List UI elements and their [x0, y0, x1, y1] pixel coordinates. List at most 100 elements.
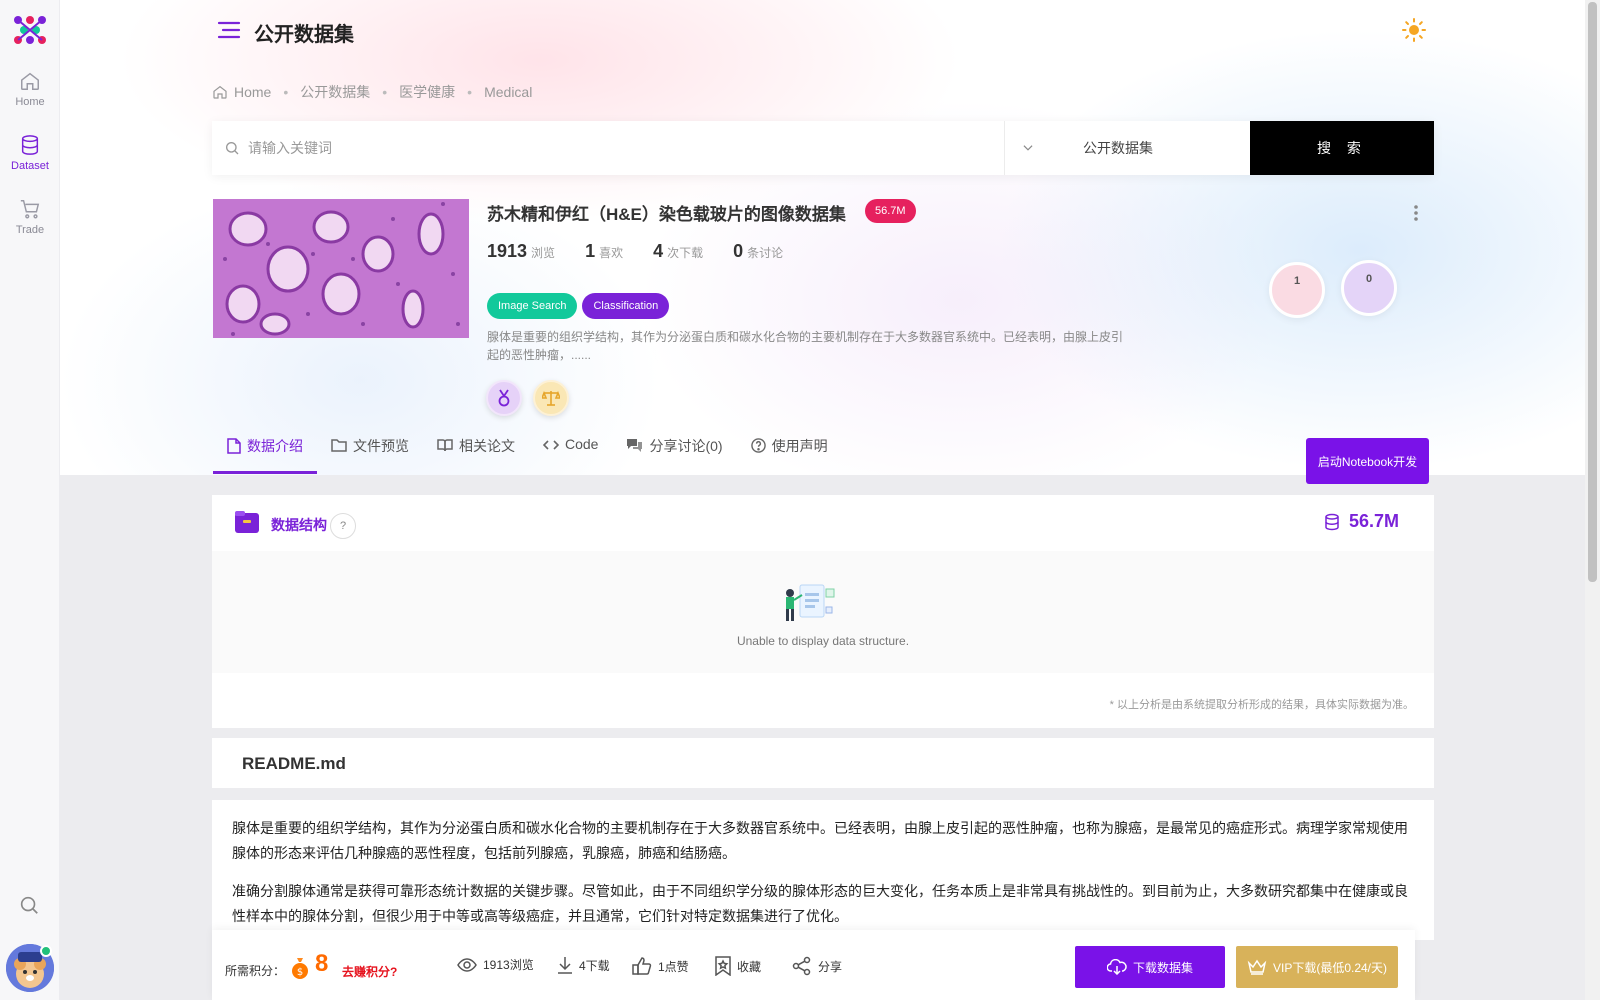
search-scope-value: 公开数据集 [1083, 140, 1153, 156]
dataset-description: 腺体是重要的组织学结构，其作为分泌蛋白质和碳水化合物的主要机制存在于大多数器官系… [487, 330, 1124, 362]
empty-state-text: Unable to display data structure. [736, 634, 910, 648]
like-button[interactable]: 1点赞 [632, 956, 689, 976]
dataset-title: 苏木精和伊红（H&E）染色载玻片的图像数据集 [487, 205, 846, 224]
tab-label: 使用声明 [771, 438, 828, 454]
balance-scale-icon [542, 390, 560, 406]
balance-badge[interactable] [533, 380, 569, 416]
tab-label: 数据介绍 [247, 438, 303, 454]
data-structure-body: Unable to display data structure. [212, 551, 1434, 673]
breadcrumb-separator: • [467, 84, 473, 100]
breadcrumb-home[interactable]: Home [234, 84, 271, 100]
downloads-count: 4下载 [579, 958, 610, 973]
home-icon [21, 72, 39, 90]
tab-data-intro[interactable]: 数据介绍 [213, 436, 317, 474]
breadcrumb-public-datasets[interactable]: 公开数据集 [300, 82, 370, 102]
favorite-label: 收藏 [737, 959, 762, 974]
stat-likes: 1 喜欢 [585, 241, 623, 262]
likes-count: 1点赞 [658, 959, 689, 974]
bottom-action-bar: 所需积分： $ 8 去赚积分? 1913浏览 4下载 1点赞 收藏 分享 下载数… [212, 930, 1415, 1000]
search-button[interactable]: 搜 索 [1250, 121, 1434, 175]
favorite-button[interactable]: 收藏 [715, 956, 761, 976]
share-button[interactable]: 分享 [792, 956, 842, 976]
more-vertical-icon[interactable] [1413, 204, 1419, 222]
stat-views: 1913 浏览 [487, 241, 555, 262]
svg-text:$: $ [297, 967, 303, 978]
launch-notebook-button[interactable]: 启动Notebook开发 [1306, 438, 1429, 484]
breadcrumb-separator: • [283, 84, 289, 100]
stat-value: 4 [653, 241, 664, 261]
discussion-count-bubble: 0 [1341, 260, 1397, 316]
search-icon[interactable] [18, 894, 40, 916]
home-icon [213, 85, 227, 99]
search-scope-select[interactable]: 公开数据集 [1005, 121, 1250, 175]
scrollbar-thumb[interactable] [1588, 2, 1597, 582]
readme-paragraph: 准确分割腺体通常是获得可靠形态统计数据的关键步骤。尽管如此，由于不同组织学分级的… [232, 883, 1408, 924]
search-field [212, 121, 1005, 175]
database-icon [1325, 513, 1339, 530]
readme-title: README.md [242, 754, 346, 773]
stat-discussions: 0 条讨论 [733, 241, 783, 262]
earn-points-link[interactable]: 去赚积分? [342, 963, 397, 980]
logo-icon[interactable] [10, 14, 50, 46]
breadcrumb-medical-health[interactable]: 医学健康 [399, 82, 455, 102]
help-button[interactable]: ? [330, 513, 356, 539]
points-label: 所需积分： [225, 964, 286, 978]
dataset-stats: 1913 浏览 1 喜欢 4 次下载 0 条讨论 [487, 241, 813, 262]
sidebar-item-label: Home [15, 96, 45, 108]
menu-icon[interactable] [217, 20, 241, 40]
vip-download-button[interactable]: VIP下载(最低0.24/天) [1236, 946, 1398, 988]
breadcrumb-medical[interactable]: Medical [484, 84, 532, 100]
download-dataset-button[interactable]: 下载数据集 [1075, 946, 1225, 988]
download-icon [558, 957, 572, 974]
tab-usage-statement[interactable]: 使用声明 [737, 436, 842, 474]
sun-icon[interactable] [1402, 18, 1426, 42]
stat-label: 浏览 [531, 246, 556, 260]
tag-image-search[interactable]: Image Search [487, 293, 578, 319]
readme-header: README.md [212, 738, 1434, 788]
sidebar-item-trade[interactable]: Trade [0, 198, 60, 236]
folder-icon [235, 511, 259, 533]
thumbs-up-icon [632, 957, 652, 975]
views-action: 1913浏览 [457, 956, 534, 973]
detail-tabs: 数据介绍 文件预览 相关论文 Code 分享讨论(0) 使用声明 [213, 436, 842, 474]
tag-classification[interactable]: Classification [582, 293, 670, 319]
eye-icon [457, 957, 477, 972]
points-value: 8 [315, 950, 329, 977]
page-title: 公开数据集 [254, 24, 354, 46]
tab-label: 分享讨论(0) [649, 438, 723, 454]
stat-value: 1 [585, 241, 596, 261]
like-count-bubble: 1 [1269, 262, 1325, 318]
online-status-dot [40, 945, 52, 957]
code-icon [543, 440, 559, 450]
total-size-value: 56.7M [1349, 511, 1400, 531]
tab-file-preview[interactable]: 文件预览 [317, 436, 423, 474]
question-circle-icon [750, 438, 766, 453]
tab-label: 相关论文 [459, 438, 515, 454]
tab-discussion[interactable]: 分享讨论(0) [612, 436, 736, 474]
book-icon [437, 439, 453, 452]
folder-icon [331, 439, 347, 452]
left-sidebar: Home Dataset Trade [0, 0, 60, 1000]
total-size: 56.7M [1323, 511, 1399, 532]
crown-icon [1247, 959, 1267, 975]
medal-icon [498, 389, 510, 407]
views-count: 1913浏览 [483, 958, 534, 972]
comments-icon [627, 439, 643, 452]
downloads-action: 4下载 [557, 956, 610, 974]
search-input[interactable] [248, 140, 948, 156]
readme-paragraph: 腺体是重要的组织学结构，其作为分泌蛋白质和碳水化合物的主要机制存在于大多数器官系… [232, 820, 1408, 861]
share-label: 分享 [818, 959, 843, 974]
tab-code[interactable]: Code [529, 436, 612, 474]
data-structure-footer: * 以上分析是由系统提取分析形成的结果，具体实际数据为准。 [212, 673, 1434, 728]
dataset-tags: Image Search Classification [487, 293, 674, 319]
vip-button-label: VIP下载(最低0.24/天) [1272, 960, 1388, 975]
file-icon [227, 438, 241, 454]
medal-badge[interactable] [486, 380, 522, 416]
dataset-thumbnail[interactable] [213, 199, 469, 338]
sidebar-item-dataset[interactable]: Dataset [0, 134, 60, 172]
section-title: 数据结构 [271, 517, 327, 533]
sidebar-item-label: Dataset [11, 160, 49, 172]
download-button-label: 下载数据集 [1132, 960, 1193, 975]
sidebar-item-home[interactable]: Home [0, 70, 60, 108]
tab-related-papers[interactable]: 相关论文 [423, 436, 529, 474]
